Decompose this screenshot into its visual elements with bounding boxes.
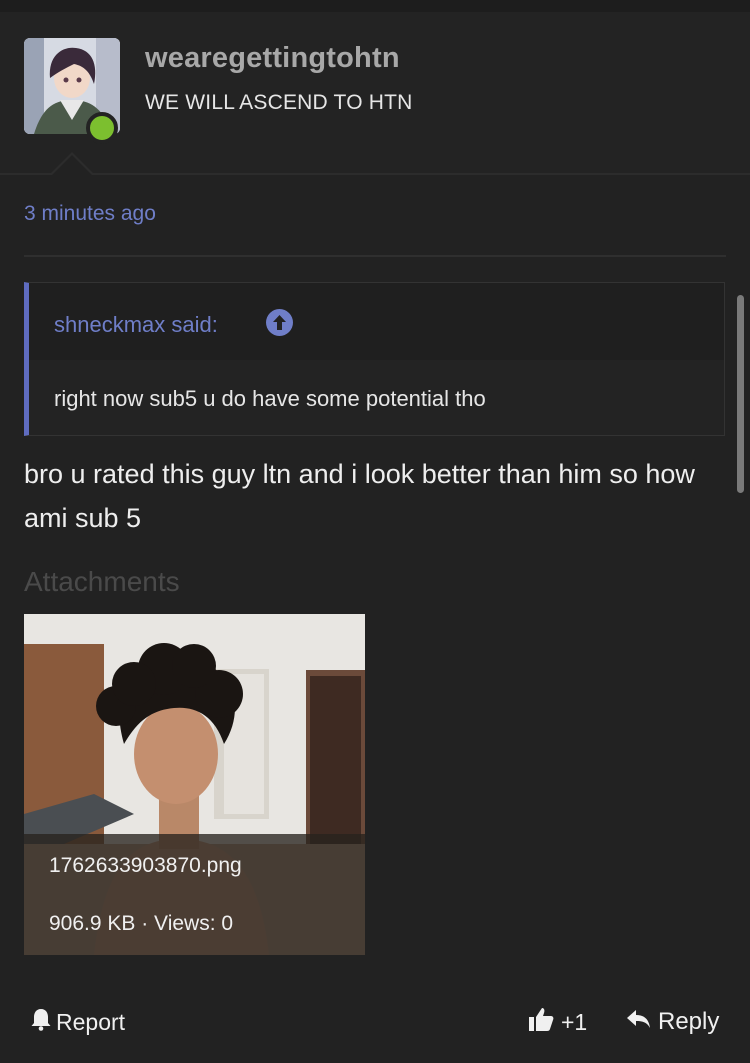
user-title: WE WILL ASCEND TO HTN [145, 91, 413, 114]
post-timestamp[interactable]: 3 minutes ago [24, 202, 156, 226]
post-body: bro u rated this guy ltn and i look bett… [24, 459, 695, 533]
quote-author[interactable]: shneckmax said: [54, 312, 218, 338]
post-divider [24, 255, 726, 257]
attachment-thumbnail[interactable]: 1762633903870.png 906.9 KB · Views: 0 [24, 614, 365, 955]
like-button[interactable]: +1 [527, 1007, 587, 1037]
report-label: Report [56, 1008, 126, 1035]
upvote-arrow-icon[interactable] [266, 309, 293, 336]
report-button[interactable]: Report [30, 1007, 125, 1037]
top-edge [0, 0, 750, 12]
bell-icon [30, 1007, 52, 1037]
reply-button[interactable]: Reply [626, 1007, 719, 1037]
post-author-username[interactable]: wearegettingtohtn [145, 42, 400, 75]
online-status-indicator [86, 112, 118, 144]
header-caret-fill [52, 155, 92, 175]
attachment-filename[interactable]: 1762633903870.png [49, 854, 242, 878]
like-count: +1 [561, 1008, 588, 1035]
reply-label: Reply [658, 1008, 720, 1035]
attachment-info-overlay [24, 834, 365, 955]
attachments-label: Attachments [24, 566, 180, 597]
attachment-meta: 906.9 KB · Views: 0 [49, 912, 234, 935]
thumbs-up-icon [527, 1005, 555, 1039]
scrollbar[interactable] [737, 295, 744, 493]
quote-text: right now sub5 u do have some potential … [54, 386, 486, 411]
quote-block: shneckmax said: right now sub5 u do have… [24, 282, 725, 436]
header-divider [0, 173, 750, 175]
reply-arrow-icon [626, 1007, 652, 1038]
